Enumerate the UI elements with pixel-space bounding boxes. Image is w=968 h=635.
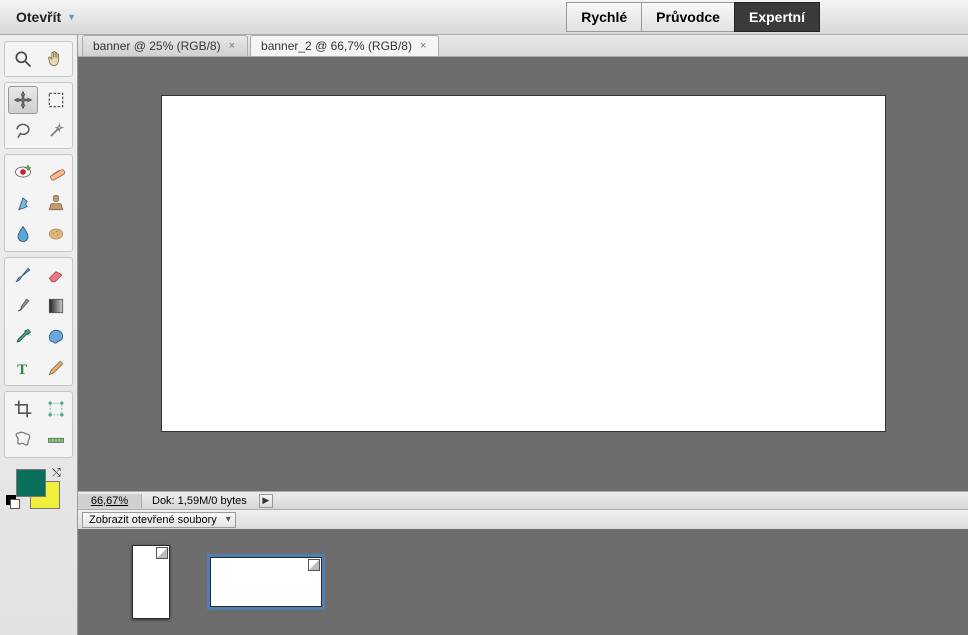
lasso-tool[interactable]	[8, 117, 38, 145]
toolbox: T ⤭	[0, 35, 78, 635]
sponge-tool[interactable]	[41, 220, 71, 248]
dropdown-label: Zobrazit otevřené soubory	[89, 514, 217, 526]
mode-quick-button[interactable]: Rychlé	[566, 2, 642, 32]
mode-label: Expertní	[749, 9, 805, 25]
svg-text:T: T	[17, 362, 27, 378]
spot-tool[interactable]	[8, 189, 38, 217]
document-canvas[interactable]	[161, 95, 886, 432]
tool-group-enhance	[4, 154, 73, 252]
document-tabs: banner @ 25% (RGB/8) × banner_2 @ 66,7% …	[78, 35, 968, 57]
pencil-tool[interactable]	[41, 354, 71, 382]
tab-label: banner @ 25% (RGB/8)	[93, 39, 221, 53]
close-icon[interactable]: ×	[227, 40, 237, 52]
open-menu-button[interactable]: Otevřít ▼	[8, 5, 84, 29]
mode-expert-button[interactable]: Expertní	[734, 2, 820, 32]
gradient-tool[interactable]	[41, 292, 71, 320]
thumb-corner-icon	[156, 547, 168, 559]
tool-group-modify	[4, 391, 73, 458]
redeye-tool[interactable]	[8, 158, 38, 186]
shape-tool[interactable]	[41, 323, 71, 351]
text-tool[interactable]: T	[8, 354, 38, 382]
filestrip	[78, 529, 968, 635]
cookie-cutter-tool[interactable]	[8, 426, 38, 454]
mode-label: Rychlé	[581, 9, 627, 25]
mode-guided-button[interactable]: Průvodce	[641, 2, 735, 32]
foreground-color-swatch[interactable]	[16, 469, 46, 497]
work-area: banner @ 25% (RGB/8) × banner_2 @ 66,7% …	[78, 35, 968, 635]
zoom-tool[interactable]	[8, 45, 38, 73]
clone-stamp-tool[interactable]	[41, 189, 71, 217]
tab-label: banner_2 @ 66,7% (RGB/8)	[261, 39, 412, 53]
brush-tool[interactable]	[8, 261, 38, 289]
hand-tool[interactable]	[41, 45, 71, 73]
mode-label: Průvodce	[656, 9, 720, 25]
eyedropper-tool[interactable]	[8, 323, 38, 351]
zoom-field[interactable]: 66,67%	[78, 494, 142, 508]
tool-group-view	[4, 41, 73, 77]
thumb-corner-icon	[308, 559, 320, 571]
move-tool[interactable]	[8, 86, 38, 114]
canvas-viewport[interactable]	[78, 57, 968, 491]
filestrip-thumb[interactable]	[210, 557, 322, 607]
top-bar: Otevřít ▼ Rychlé Průvodce Expertní	[0, 0, 968, 35]
crop-tool[interactable]	[8, 395, 38, 423]
open-label: Otevřít	[16, 9, 61, 25]
eraser-tool[interactable]	[41, 261, 71, 289]
status-menu-button[interactable]: ▶	[259, 494, 273, 508]
filestrip-thumb[interactable]	[132, 545, 170, 619]
chevron-down-icon: ▼	[67, 12, 76, 22]
transform-tool[interactable]	[41, 395, 71, 423]
close-icon[interactable]: ×	[418, 40, 428, 52]
document-tab[interactable]: banner_2 @ 66,7% (RGB/8) ×	[250, 35, 439, 56]
healing-brush-tool[interactable]	[41, 158, 71, 186]
filestrip-toolbar: Zobrazit otevřené soubory	[78, 509, 968, 529]
status-bar: 66,67% Dok: 1,59M/0 bytes ▶	[78, 491, 968, 509]
tool-group-select	[4, 82, 73, 149]
magic-wand-tool[interactable]	[41, 117, 71, 145]
default-colors-icon[interactable]	[6, 495, 20, 509]
smudge-tool[interactable]	[8, 292, 38, 320]
straighten-tool[interactable]	[41, 426, 71, 454]
swap-colors-icon[interactable]: ⤭	[52, 467, 61, 480]
marquee-tool[interactable]	[41, 86, 71, 114]
document-size-label: Dok: 1,59M/0 bytes	[142, 495, 257, 507]
blur-tool[interactable]	[8, 220, 38, 248]
filestrip-filter-dropdown[interactable]: Zobrazit otevřené soubory	[82, 512, 236, 528]
document-tab[interactable]: banner @ 25% (RGB/8) ×	[82, 35, 248, 56]
tool-group-draw: T	[4, 257, 73, 386]
color-swatches: ⤭	[4, 467, 73, 513]
